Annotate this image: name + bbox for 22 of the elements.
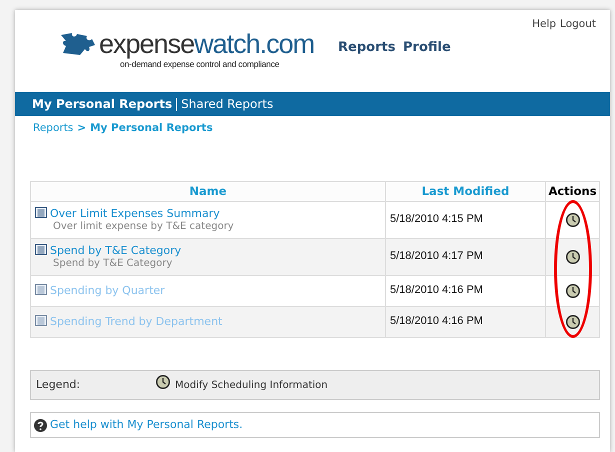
breadcrumb-separator: > [77,121,86,136]
logo-text: expensewatch.com [99,30,314,58]
breadcrumb-current: My Personal Reports [90,121,213,136]
nav-link[interactable]: Reports [338,38,396,58]
report-description: Over limit expense by T&E category [53,220,235,234]
column-header: Actions [546,181,600,202]
nav-link[interactable]: Profile [403,38,451,58]
legend-text: Modify Scheduling Information [175,378,328,392]
report-link[interactable]: Over Limit Expenses Summary [50,206,220,220]
subnav-tab[interactable]: My Personal Reports [32,95,172,113]
breadcrumb-link[interactable]: Reports [33,121,74,137]
column-header: Name [30,181,386,202]
header-link[interactable]: Help [532,17,556,33]
date-cell: 5/18/2010 4:17 PM [386,238,546,276]
header-link[interactable]: Logout [560,17,596,33]
legend-label: Legend: [36,376,82,393]
date-cell: 5/18/2010 4:16 PM [386,306,546,338]
column-header: Last Modified [386,181,546,202]
logo-tagline: on-demand expense control and compliance [120,59,280,71]
report-description: Spend by T&E Category [53,258,174,270]
report-link[interactable]: Spend by T&E Category [50,244,182,257]
subnav-tab[interactable]: Shared Reports [181,95,274,113]
